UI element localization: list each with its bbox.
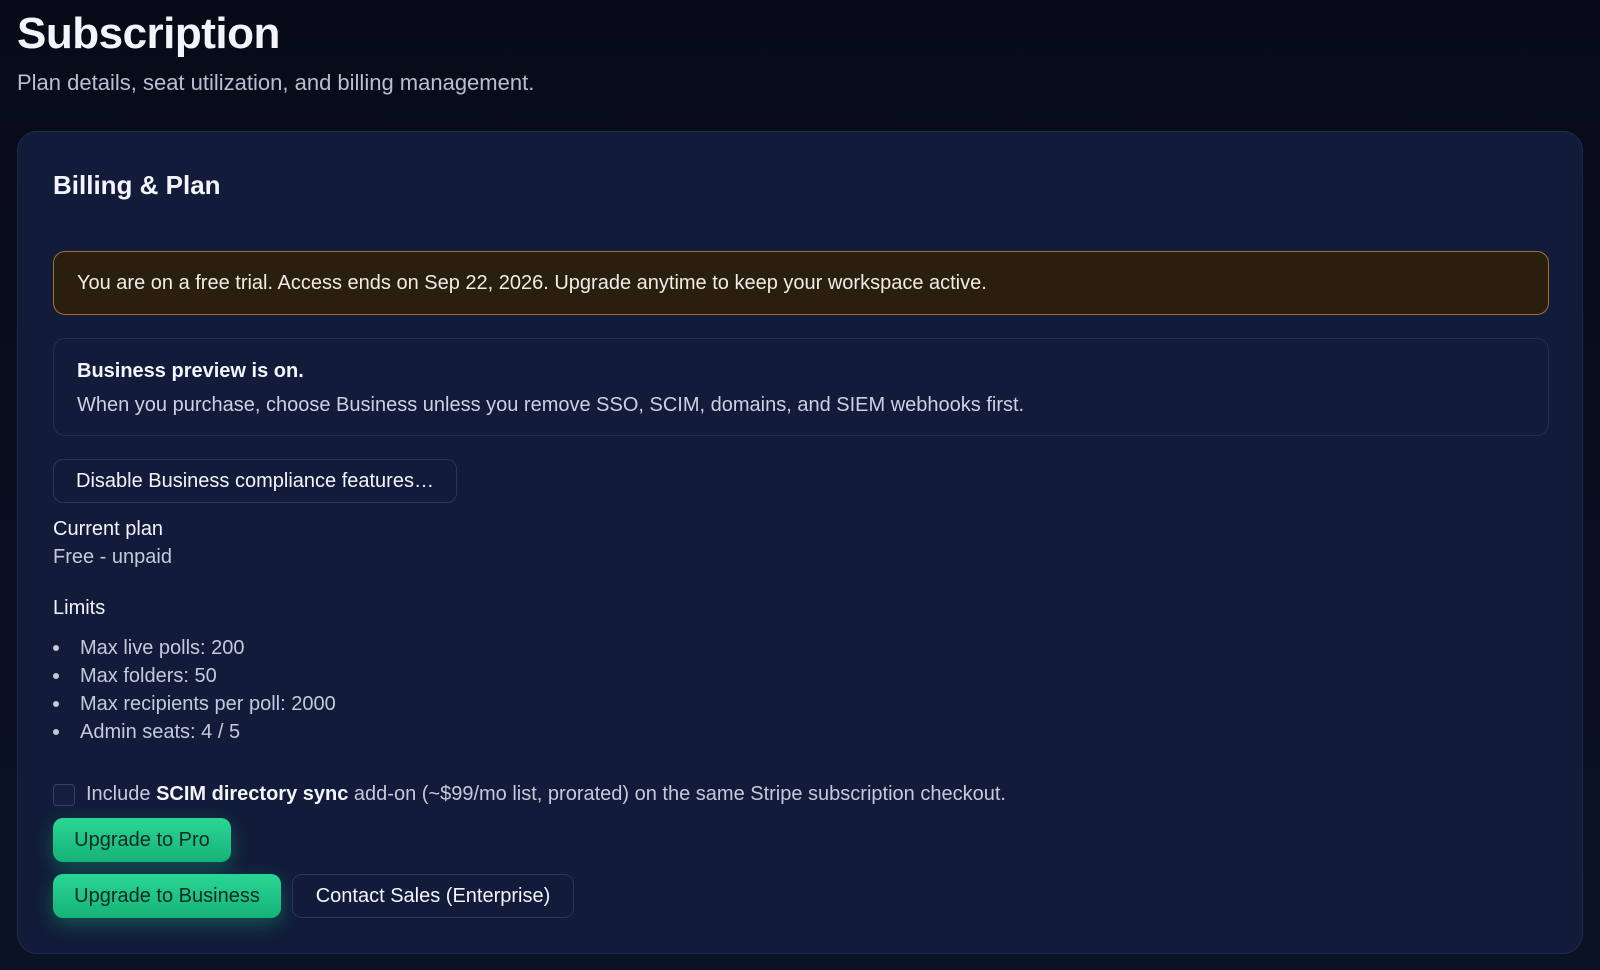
trial-banner: You are on a free trial. Access ends on … (53, 251, 1549, 315)
disable-compliance-button[interactable]: Disable Business compliance features… (53, 459, 457, 503)
addon-name: SCIM directory sync (156, 783, 349, 805)
current-plan-value: Free - unpaid (53, 546, 172, 568)
addon-text: Include SCIM directory sync add-on (~$99… (86, 783, 1006, 806)
limits-label: Limits (53, 597, 106, 619)
limit-item-admin-seats: Admin seats: 4 / 5 (53, 718, 336, 746)
limit-item-folders: Max folders: 50 (53, 662, 336, 690)
trial-banner-text: You are on a free trial. Access ends on … (77, 271, 987, 294)
card-title: Billing & Plan (53, 170, 221, 200)
scim-addon-checkbox[interactable] (53, 783, 75, 806)
current-plan-label: Current plan (53, 518, 164, 540)
upgrade-to-business-button[interactable]: Upgrade to Business (53, 874, 281, 918)
limits-list: Max live polls: 200 Max folders: 50 Max … (53, 634, 336, 746)
contact-sales-button[interactable]: Contact Sales (Enterprise) (292, 874, 574, 918)
addon-prefix: Include (86, 783, 157, 805)
billing-card: Billing & Plan You are on a free trial. … (17, 131, 1583, 954)
upgrade-to-pro-button[interactable]: Upgrade to Pro (53, 818, 231, 862)
page-header: Subscription Plan details, seat utilizat… (17, 8, 534, 96)
preview-title: Business preview is on. (77, 360, 304, 382)
addon-suffix: add-on (~$99/mo list, prorated) on the s… (348, 783, 1006, 805)
limit-item-live-polls: Max live polls: 200 (53, 634, 336, 662)
page-title: Subscription (17, 9, 280, 58)
limit-item-recipients: Max recipients per poll: 2000 (53, 690, 336, 718)
page-subtitle: Plan details, seat utilization, and bill… (17, 70, 535, 95)
business-preview-notice: Business preview is on. When you purchas… (53, 338, 1549, 436)
scim-addon-option[interactable]: Include SCIM directory sync add-on (~$99… (53, 783, 1006, 806)
preview-text: When you purchase, choose Business unles… (77, 394, 1025, 416)
